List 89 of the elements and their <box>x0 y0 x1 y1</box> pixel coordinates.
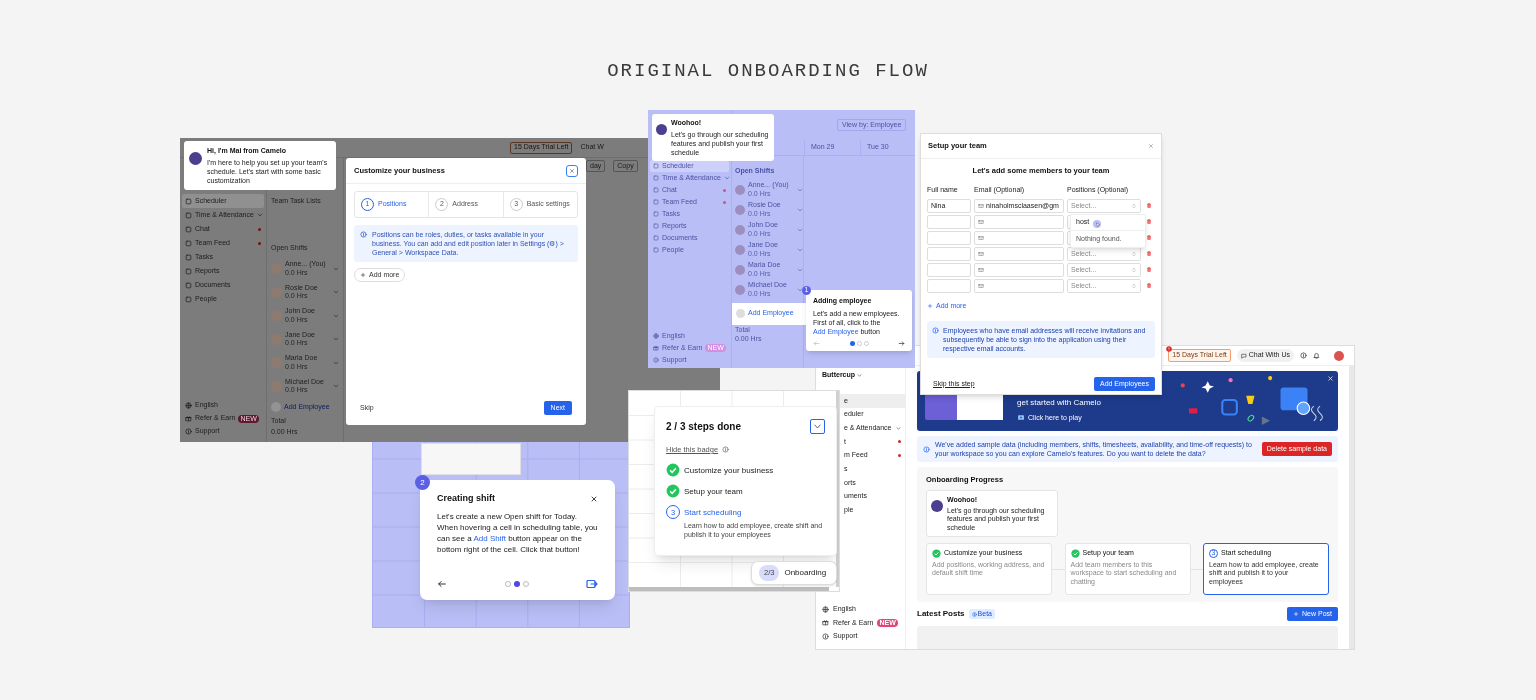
info-icon <box>932 327 939 335</box>
email-field[interactable] <box>974 230 1064 245</box>
step-title: Start scheduling <box>684 507 743 520</box>
tour-title: Creating shift <box>437 492 495 505</box>
chevron-icon <box>797 186 803 193</box>
chevron-icon <box>797 266 803 273</box>
popover-title: 2 / 3 steps done <box>666 420 742 434</box>
chevron-icon <box>797 286 803 293</box>
help-icon <box>185 428 192 435</box>
info-icon <box>360 231 367 238</box>
bell-icon[interactable] <box>1313 352 1320 359</box>
trash-icon[interactable] <box>1146 218 1152 226</box>
plus-icon <box>360 272 366 278</box>
arrow-left-icon[interactable] <box>437 579 447 589</box>
chevron-icon <box>333 265 339 272</box>
step-title: Setup your team <box>684 486 743 499</box>
avatar <box>189 152 202 165</box>
plus-icon <box>927 303 933 309</box>
chevron-icon <box>857 372 863 378</box>
name-field[interactable] <box>927 246 971 261</box>
tour-text: Let's create a new Open shift for Today. When hovering a cell in scheduling table, you can see a Add Shift button appear on the bottom right of the cell. Click that button! <box>437 510 598 556</box>
step-title: Customize your business <box>684 465 774 478</box>
avatar <box>736 309 745 318</box>
trash-icon[interactable] <box>1146 282 1152 290</box>
section-title: Latest Posts <box>917 608 965 621</box>
name-field[interactable] <box>927 214 971 229</box>
globe-icon <box>822 605 829 613</box>
play-icon <box>1017 414 1025 422</box>
page-heading: ORIGINAL ONBOARDING FLOW <box>607 59 929 84</box>
chevron-icon <box>333 383 339 390</box>
avatar[interactable] <box>1334 350 1344 361</box>
chevron-icon <box>797 226 803 233</box>
name-field[interactable] <box>927 262 971 277</box>
chevron-icon <box>797 246 803 253</box>
email-field[interactable] <box>974 278 1064 293</box>
mail-icon <box>978 202 984 209</box>
trash-icon[interactable] <box>1146 202 1152 210</box>
email-field[interactable] <box>974 246 1064 261</box>
globe-icon <box>185 402 192 409</box>
name-field[interactable] <box>927 278 971 293</box>
chevron-icon <box>333 312 339 319</box>
gift-icon <box>822 619 829 627</box>
info-icon <box>923 445 930 453</box>
email-field[interactable] <box>974 214 1064 229</box>
chevron-icon <box>333 336 339 343</box>
email-field[interactable] <box>974 262 1064 277</box>
gift-icon <box>185 415 192 422</box>
gift-icon <box>653 345 659 351</box>
arrow-right-icon[interactable] <box>898 339 905 347</box>
mail-icon <box>978 266 984 273</box>
help-icon[interactable] <box>1300 352 1307 359</box>
globe-icon <box>653 333 659 339</box>
avatar <box>735 244 745 255</box>
help-icon <box>822 632 829 640</box>
name-field[interactable] <box>927 230 971 245</box>
avatar <box>735 284 745 295</box>
chevron-icon <box>813 422 822 431</box>
close-icon <box>569 167 575 174</box>
mail-icon <box>978 234 984 241</box>
trash-icon[interactable] <box>1146 266 1152 274</box>
close-button[interactable] <box>566 164 578 177</box>
avatar <box>735 264 745 275</box>
avatar <box>931 500 943 513</box>
plus-icon <box>1293 611 1300 618</box>
chat-icon <box>1240 352 1247 359</box>
updown-icon <box>1131 202 1137 209</box>
banner-headline: get started with Camelo <box>1017 396 1102 409</box>
tour-link[interactable]: Add Shift <box>473 533 506 543</box>
mail-icon <box>978 250 984 257</box>
help-icon <box>653 357 659 363</box>
chevron-icon <box>333 289 339 296</box>
info-icon <box>722 446 730 454</box>
chevron-icon <box>333 359 339 366</box>
next-icon[interactable] <box>586 578 598 590</box>
mail-icon <box>978 282 984 289</box>
chevron-icon <box>797 206 803 213</box>
updown-icon <box>1131 282 1137 289</box>
avatar <box>735 204 745 215</box>
collapse-button[interactable] <box>810 419 825 434</box>
close-icon[interactable] <box>590 494 598 503</box>
trash-icon[interactable] <box>1146 250 1152 258</box>
info-icon <box>971 611 977 617</box>
avatar <box>656 124 667 135</box>
avatar <box>735 184 745 195</box>
avatar <box>735 224 745 235</box>
mail-icon <box>978 218 984 225</box>
updown-icon <box>1131 266 1137 273</box>
updown-icon <box>1131 250 1137 257</box>
trash-icon[interactable] <box>1146 234 1152 242</box>
